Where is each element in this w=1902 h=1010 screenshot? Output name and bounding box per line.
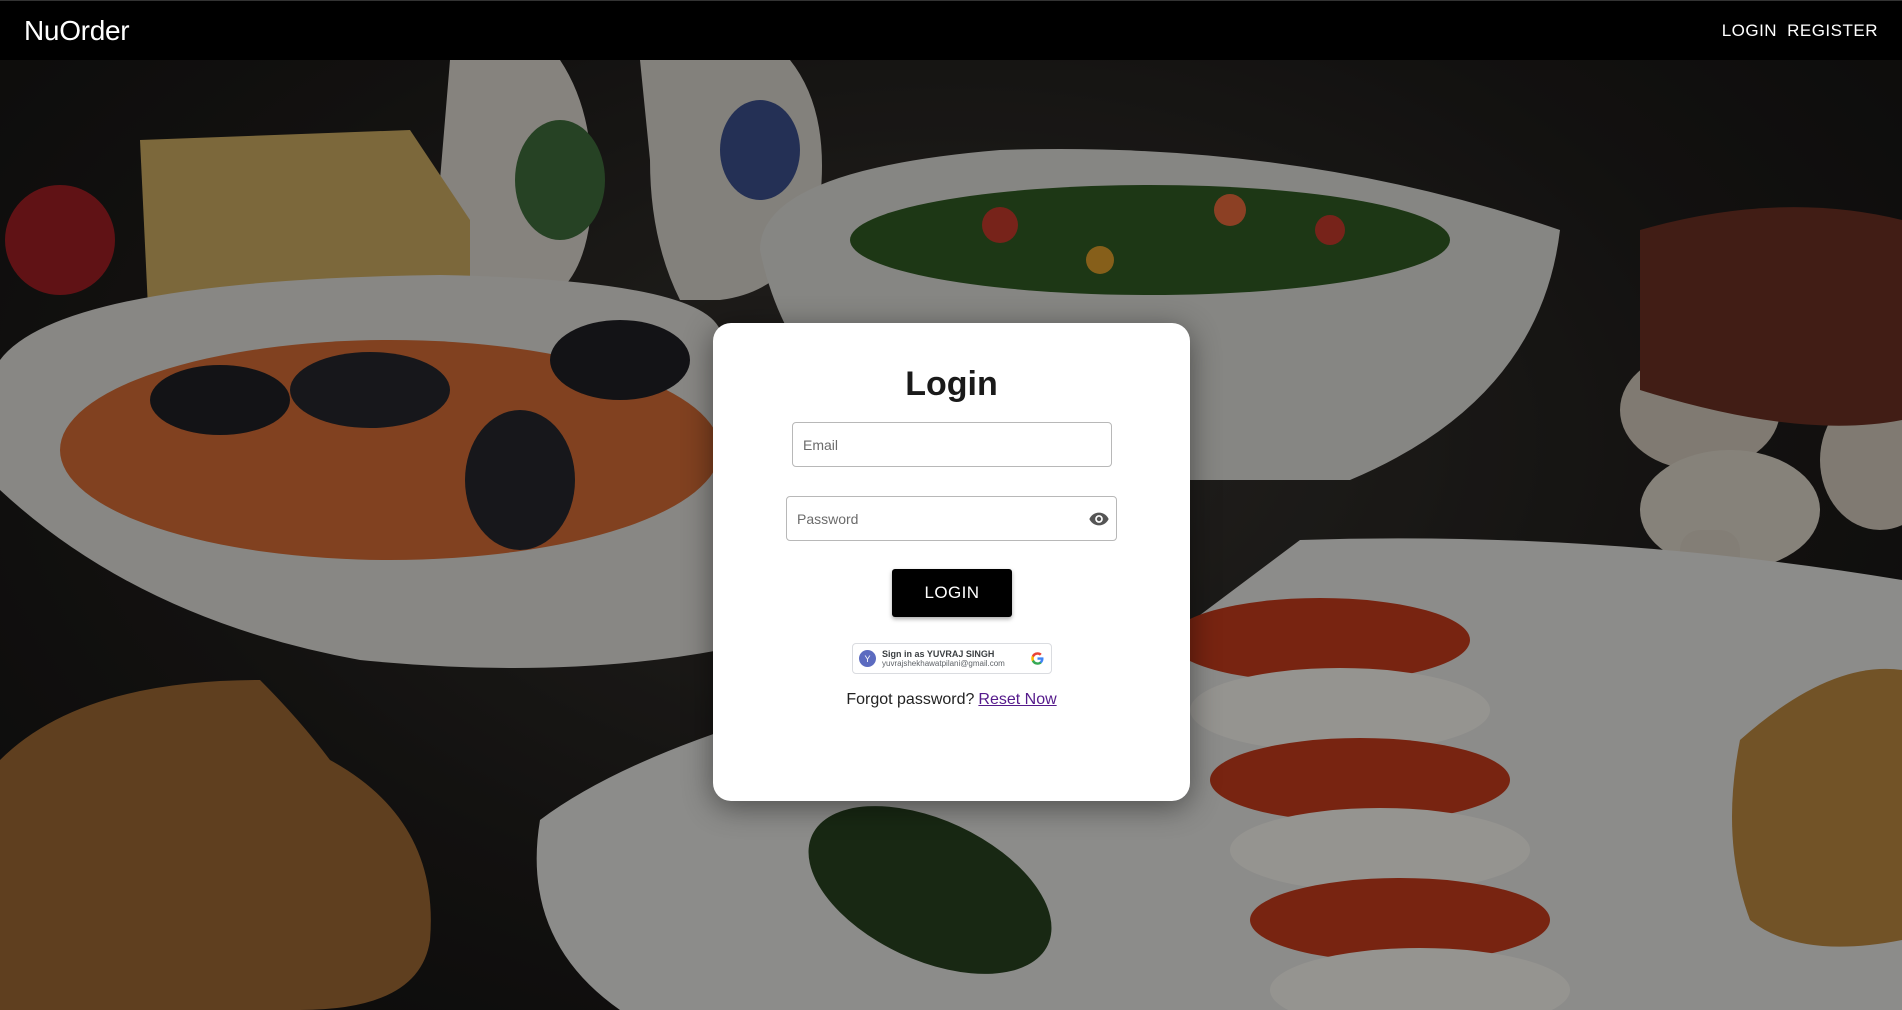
google-signin-email: yuvrajshekhawatpilani@gmail.com bbox=[882, 658, 1005, 668]
app-bar: NuOrder LOGIN REGISTER bbox=[0, 0, 1902, 60]
google-icon bbox=[1031, 652, 1044, 665]
email-input[interactable] bbox=[793, 423, 1111, 466]
login-card: Login LOGIN Y Sign in as YUVRAJ SINGH yu… bbox=[713, 323, 1190, 801]
reset-now-link[interactable]: Reset Now bbox=[978, 691, 1056, 708]
google-signin-text: Sign in as YUVRAJ SINGH yuvrajshekhawatp… bbox=[882, 649, 1030, 669]
google-signin-button[interactable]: Y Sign in as YUVRAJ SINGH yuvrajshekhawa… bbox=[852, 643, 1052, 674]
google-signin-label: Sign in as YUVRAJ SINGH bbox=[882, 648, 995, 659]
brand-logo[interactable]: NuOrder bbox=[24, 15, 130, 47]
nav-register-button[interactable]: REGISTER bbox=[1787, 15, 1878, 47]
password-input[interactable] bbox=[787, 497, 1116, 540]
password-field[interactable] bbox=[786, 496, 1117, 541]
forgot-password-row: Forgot password? Reset Now bbox=[713, 691, 1190, 709]
eye-icon[interactable] bbox=[1088, 508, 1110, 530]
email-field[interactable] bbox=[792, 422, 1112, 467]
login-title: Login bbox=[905, 365, 998, 403]
nav-login-button[interactable]: LOGIN bbox=[1722, 15, 1777, 47]
forgot-password-prompt: Forgot password? bbox=[846, 691, 975, 708]
avatar: Y bbox=[859, 650, 876, 667]
login-submit-button[interactable]: LOGIN bbox=[892, 569, 1012, 617]
top-nav: LOGIN REGISTER bbox=[1722, 15, 1878, 47]
